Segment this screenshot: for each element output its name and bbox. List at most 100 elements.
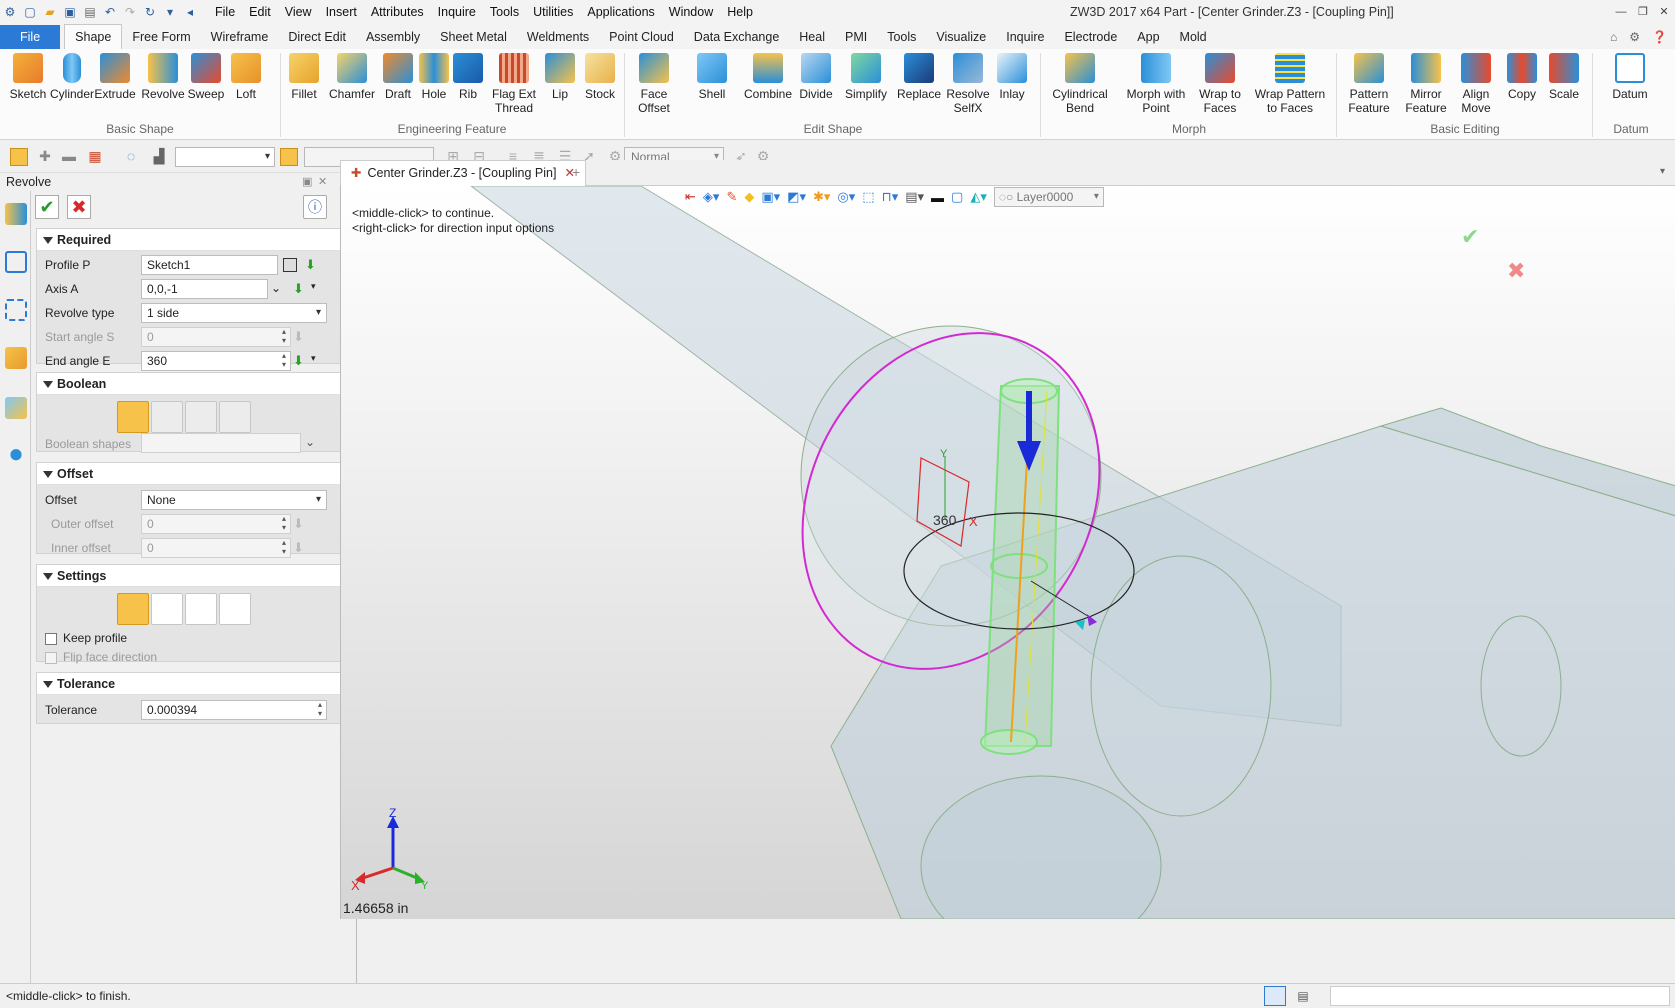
help-icon[interactable]: ❓	[1652, 25, 1667, 49]
settings-header[interactable]: Settings	[37, 565, 351, 587]
print-icon[interactable]: ▤	[80, 3, 100, 21]
face-offset-button[interactable]: Face Offset	[628, 53, 680, 115]
add-shape-boolean-button[interactable]	[151, 401, 183, 433]
save-icon[interactable]: ▣	[60, 3, 80, 21]
filter-dropdown[interactable]: ▾	[175, 147, 275, 167]
base-shape-boolean-button[interactable]	[117, 401, 149, 433]
minimize-icon[interactable]: —	[1610, 0, 1632, 24]
end-angle-pick-icon[interactable]: ⬇	[293, 353, 307, 368]
mirror-feature-button[interactable]: Mirror Feature	[1398, 53, 1454, 115]
inner-offset-pick-icon[interactable]: ⬇	[293, 540, 307, 555]
simplify-button[interactable]: Simplify	[840, 53, 892, 101]
cancel-x-icon[interactable]: ✖	[67, 195, 91, 219]
tab-electrode[interactable]: Electrode	[1054, 25, 1127, 49]
offset-select[interactable]: None	[141, 490, 327, 510]
hole-button[interactable]: Hole	[414, 53, 454, 101]
undo-icon[interactable]: ↶	[100, 3, 120, 21]
assembly-tree-icon[interactable]	[5, 299, 27, 321]
divide-button[interactable]: Divide	[796, 53, 836, 101]
axis-dropdown-icon[interactable]: ▾	[311, 281, 325, 295]
menu-inquire[interactable]: Inquire	[431, 0, 483, 24]
axis-options-chevron-icon[interactable]: ⌄	[271, 281, 285, 295]
flip-face-checkbox[interactable]	[45, 652, 57, 664]
required-header[interactable]: Required	[37, 229, 351, 251]
lasso-icon[interactable]: ◌	[122, 148, 140, 166]
back-arrow-icon[interactable]: ◂	[180, 3, 200, 21]
pin-icon[interactable]: ▣	[302, 173, 312, 191]
tab-direct-edit[interactable]: Direct Edit	[278, 25, 356, 49]
setting-option-4-button[interactable]	[219, 593, 251, 625]
tab-inquire[interactable]: Inquire	[996, 25, 1054, 49]
revolve-type-select[interactable]: 1 side	[141, 303, 327, 323]
up-arrow-icon[interactable]: ⌂	[1610, 25, 1617, 49]
pick-axis-icon[interactable]: ⬇	[293, 281, 307, 296]
document-tab[interactable]: ✚ Center Grinder.Z3 - [Coupling Pin] ✕	[340, 160, 586, 186]
tab-mold[interactable]: Mold	[1170, 25, 1217, 49]
copy-button[interactable]: Copy	[1502, 53, 1542, 101]
inlay-button[interactable]: Inlay	[992, 53, 1032, 101]
setting-option-1-button[interactable]	[117, 593, 149, 625]
flag-ext-thread-button[interactable]: Flag Ext Thread	[486, 53, 542, 115]
menu-attributes[interactable]: Attributes	[364, 0, 431, 24]
pattern-feature-button[interactable]: Pattern Feature	[1340, 53, 1398, 115]
new-file-icon[interactable]: ▢	[20, 3, 40, 21]
add-filter-icon[interactable]: ✚	[36, 148, 54, 166]
maximize-icon[interactable]: ❐	[1632, 0, 1654, 24]
setting-option-2-button[interactable]	[151, 593, 183, 625]
pick-filter-icon[interactable]: ▦	[86, 148, 104, 166]
wrap-pattern-to-faces-button[interactable]: Wrap Pattern to Faces	[1250, 53, 1330, 115]
sweep-button[interactable]: Sweep	[186, 53, 226, 101]
loft-button[interactable]: Loft	[226, 53, 266, 101]
history-tree-icon[interactable]	[5, 251, 27, 273]
tab-shape[interactable]: Shape	[64, 24, 123, 49]
pick-profile-icon[interactable]: ⬇	[305, 257, 319, 272]
sketch-edit-icon[interactable]	[283, 258, 297, 272]
morph-with-point-button[interactable]: Morph with Point	[1120, 53, 1192, 115]
intersect-shape-boolean-button[interactable]	[219, 401, 251, 433]
cube-iso-icon[interactable]: ◩▾	[787, 189, 806, 205]
part-icon[interactable]	[5, 347, 27, 369]
boolean-shapes-field[interactable]	[141, 433, 301, 453]
new-tab-icon[interactable]: +	[572, 164, 580, 180]
graphics-viewport[interactable]: <middle-click> to continue. <right-click…	[340, 186, 1675, 919]
inner-offset-field[interactable]: 0	[141, 538, 291, 558]
revolve-feature-icon[interactable]	[5, 203, 27, 225]
menu-window[interactable]: Window	[662, 0, 720, 24]
viewport-cancel-icon[interactable]: ✖	[1507, 258, 1525, 284]
color-black-icon[interactable]: ▬	[931, 190, 944, 205]
chamfer-button[interactable]: Chamfer	[326, 53, 378, 101]
boolean-shapes-chevron-icon[interactable]: ⌄	[305, 435, 319, 449]
zoom-fit-icon[interactable]: ◎▾	[837, 189, 855, 205]
pencil-icon[interactable]: ✎	[726, 189, 737, 205]
display-icon[interactable]: ▤▾	[905, 189, 924, 205]
cube-view-icon[interactable]: ▣▾	[761, 189, 780, 205]
layer-dropdown[interactable]: ◌○ Layer0000 ▾	[993, 187, 1104, 207]
zoom-box-icon[interactable]: ⬚	[862, 189, 874, 205]
tab-wireframe[interactable]: Wireframe	[201, 25, 279, 49]
end-angle-dropdown-icon[interactable]: ▾	[311, 353, 325, 367]
tab-point-cloud[interactable]: Point Cloud	[599, 25, 684, 49]
menu-insert[interactable]: Insert	[319, 0, 364, 24]
menu-edit[interactable]: Edit	[242, 0, 278, 24]
list-view-icon[interactable]: ▤	[1292, 986, 1314, 1006]
color-box-icon[interactable]: ▢	[951, 189, 963, 205]
filter-icon[interactable]: ▟	[150, 148, 168, 166]
end-angle-field[interactable]: 360	[141, 351, 291, 371]
cylindrical-bend-button[interactable]: Cylindrical Bend	[1044, 53, 1116, 115]
shell-button[interactable]: Shell	[692, 53, 732, 101]
rib-button[interactable]: Rib	[450, 53, 486, 101]
tab-list-icon[interactable]: ▾	[1660, 166, 1665, 177]
exit-view-icon[interactable]: ⇤	[685, 189, 696, 205]
tab-visualize[interactable]: Visualize	[926, 25, 996, 49]
datum-button[interactable]: Datum	[1600, 53, 1660, 101]
outer-offset-pick-icon[interactable]: ⬇	[293, 516, 307, 531]
dropdown-arrow-icon[interactable]: ▾	[160, 3, 180, 21]
boolean-header[interactable]: Boolean	[37, 373, 351, 395]
extrude-button[interactable]: Extrude	[94, 53, 136, 101]
outer-offset-field[interactable]: 0	[141, 514, 291, 534]
app-logo-icon[interactable]: ⚙	[0, 3, 20, 21]
setting-option-3-button[interactable]	[185, 593, 217, 625]
revolve-button[interactable]: Revolve	[140, 53, 186, 101]
tolerance-header[interactable]: Tolerance	[37, 673, 351, 695]
tolerance-field[interactable]: 0.000394	[141, 700, 327, 720]
